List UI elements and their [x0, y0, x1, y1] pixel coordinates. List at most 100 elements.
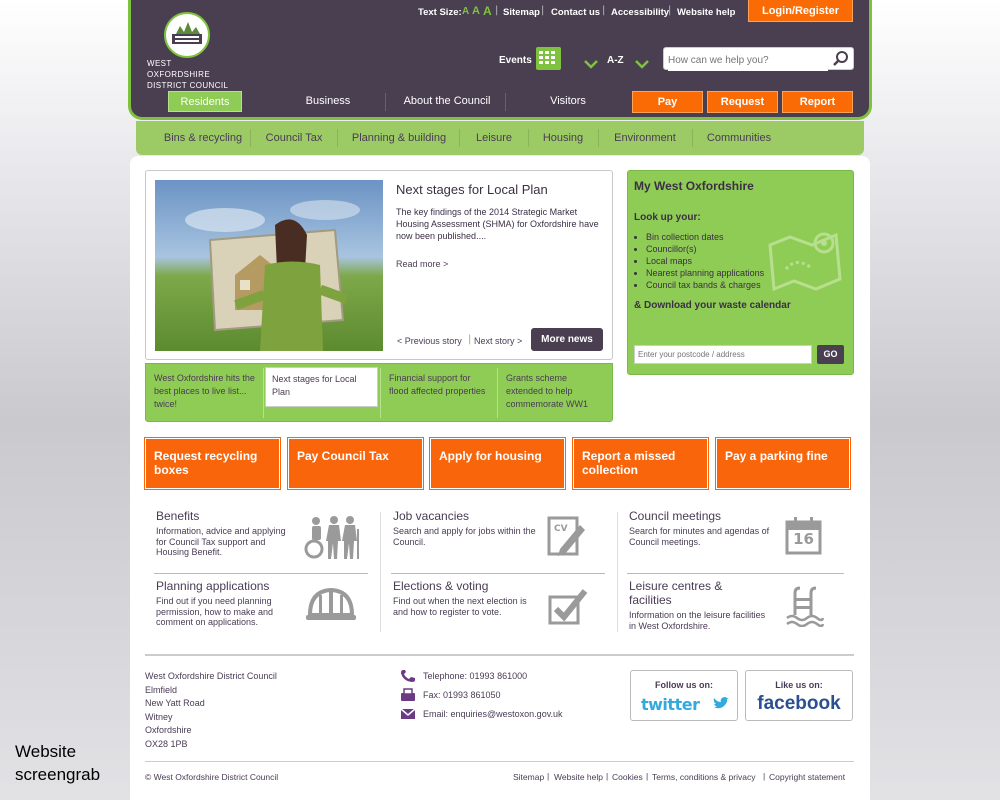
subnav-environment[interactable]: Environment — [602, 121, 688, 155]
next-story-link[interactable]: Next story > — [474, 336, 522, 346]
story-tab[interactable]: Grants scheme extended to help commemora… — [498, 364, 612, 421]
go-button[interactable]: GO — [817, 345, 844, 364]
subnav-communities[interactable]: Communities — [696, 121, 782, 155]
sitemap-link[interactable]: Sitemap — [503, 7, 540, 18]
pay-button[interactable]: Pay — [632, 91, 703, 113]
site-header: WEST OXFORDSHIRE DISTRICT COUNCIL Text S… — [128, 0, 872, 120]
calendar-grid-icon[interactable] — [536, 47, 561, 70]
nav-business[interactable]: Business — [268, 91, 388, 111]
service-leisure-centres[interactable]: Leisure centres & facilities Information… — [629, 579, 845, 634]
address-line: Oxfordshire — [145, 725, 192, 735]
service-benefits[interactable]: Benefits Information, advice and applyin… — [156, 509, 378, 569]
search-input[interactable] — [668, 50, 828, 71]
more-news-button[interactable]: More news — [531, 328, 603, 351]
contact-us-link[interactable]: Contact us — [551, 7, 600, 18]
subnav-divider — [528, 129, 529, 147]
service-elections-voting[interactable]: Elections & voting Find out when the nex… — [393, 579, 607, 634]
subnav-planning-building[interactable]: Planning & building — [341, 121, 457, 155]
download-waste-calendar-link[interactable]: & Download your waste calendar — [634, 300, 791, 311]
story-tab[interactable]: West Oxfordshire hits the best places to… — [146, 364, 263, 421]
council-logo-icon[interactable] — [164, 12, 210, 58]
story-image[interactable] — [155, 180, 383, 351]
subnav-leisure[interactable]: Leisure — [463, 121, 525, 155]
footer-website-help-link[interactable]: Website help — [554, 772, 603, 782]
lookup-list: Bin collection dates Councillor(s) Local… — [646, 231, 764, 291]
footer-sitemap-link[interactable]: Sitemap — [513, 772, 544, 782]
service-description: Search for minutes and agendas of Counci… — [629, 526, 770, 547]
text-size-small[interactable]: A — [462, 6, 469, 17]
row-divider — [154, 573, 368, 574]
lookup-item[interactable]: Nearest planning applications — [646, 267, 764, 279]
report-button[interactable]: Report — [782, 91, 853, 113]
address-line: New Yatt Road — [145, 698, 205, 708]
look-up-label: Look up your: — [634, 212, 701, 223]
swimming-pool-icon — [786, 586, 824, 627]
footer-cookies-link[interactable]: Cookies — [612, 772, 643, 782]
map-pin-icon — [768, 232, 842, 292]
separator: | — [602, 5, 606, 16]
search-icon[interactable] — [832, 50, 849, 71]
read-more-link[interactable]: Read more > — [396, 259, 448, 269]
chevron-down-icon[interactable] — [635, 54, 649, 73]
row-divider — [627, 573, 844, 574]
text-size-medium[interactable]: A — [472, 5, 480, 17]
lookup-item[interactable]: Bin collection dates — [646, 231, 764, 243]
search-box — [663, 47, 854, 71]
events-link[interactable]: Events — [499, 55, 532, 66]
service-council-meetings[interactable]: Council meetings Search for minutes and … — [629, 509, 845, 569]
previous-story-link[interactable]: < Previous story — [397, 336, 462, 346]
footer-divider — [145, 654, 854, 656]
subnav-housing[interactable]: Housing — [532, 121, 594, 155]
footer-terms-link[interactable]: Terms, conditions & privacy — [652, 772, 755, 782]
telephone-number[interactable]: Telephone: 01993 861000 — [423, 670, 527, 684]
service-planning-applications[interactable]: Planning applications Find out if you ne… — [156, 579, 378, 634]
svg-text:CV: CV — [554, 524, 568, 534]
subnav-bins-recycling[interactable]: Bins & recycling — [150, 121, 256, 155]
separator: | — [541, 5, 545, 16]
facebook-button[interactable]: Like us on: facebook — [745, 670, 853, 721]
service-description: Find out if you need planning permission… — [156, 596, 274, 627]
website-help-link[interactable]: Website help — [677, 7, 735, 18]
subnav-divider — [250, 129, 251, 147]
report-missed-collection-button[interactable]: Report a missed collection — [573, 438, 708, 489]
email-icon — [400, 708, 416, 719]
column-divider — [617, 512, 618, 632]
logo-line-2: DISTRICT COUNCIL — [147, 81, 229, 90]
apply-for-housing-button[interactable]: Apply for housing — [430, 438, 565, 489]
service-job-vacancies[interactable]: Job vacancies Search and apply for jobs … — [393, 509, 607, 569]
footer-copyright-statement-link[interactable]: Copyright statement — [769, 772, 845, 782]
subnav-divider — [337, 129, 338, 147]
email-address[interactable]: Email: enquiries@westoxon.gov.uk — [423, 708, 563, 722]
subnav-council-tax[interactable]: Council Tax — [254, 121, 334, 155]
separator: | — [495, 5, 499, 16]
story-tab[interactable]: Financial support for flood affected pro… — [381, 364, 498, 421]
postcode-input[interactable] — [634, 345, 812, 364]
pay-council-tax-button[interactable]: Pay Council Tax — [288, 438, 423, 489]
service-title: Leisure centres & facilities — [629, 579, 723, 607]
text-size-large[interactable]: A — [483, 4, 492, 18]
a-z-link[interactable]: A-Z — [607, 55, 624, 66]
lookup-item[interactable]: Council tax bands & charges — [646, 279, 764, 291]
pay-parking-fine-button[interactable]: Pay a parking fine — [716, 438, 850, 489]
nav-visitors[interactable]: Visitors — [506, 91, 630, 111]
nav-about-the-council[interactable]: About the Council — [386, 91, 508, 111]
row-divider — [391, 573, 605, 574]
story-tab-active[interactable]: Next stages for Local Plan — [265, 367, 378, 407]
calendar-icon: 16 — [785, 517, 822, 555]
twitter-logo: twitter — [641, 695, 700, 714]
twitter-button[interactable]: Follow us on: twitter — [630, 670, 738, 721]
request-button[interactable]: Request — [707, 91, 778, 113]
login-register-button[interactable]: Login/Register — [748, 0, 853, 22]
lookup-item[interactable]: Local maps — [646, 255, 764, 267]
chevron-down-icon[interactable] — [584, 54, 598, 73]
story-title[interactable]: Next stages for Local Plan — [396, 182, 606, 197]
separator: | — [547, 771, 550, 781]
copyright-notice: © West Oxfordshire District Council — [145, 772, 279, 782]
people-icon — [304, 516, 359, 559]
facebook-logo: facebook — [757, 693, 841, 714]
subnav-divider — [692, 129, 693, 147]
request-recycling-boxes-button[interactable]: Request recycling boxes — [145, 438, 280, 489]
accessibility-link[interactable]: Accessibility — [611, 7, 669, 18]
lookup-item[interactable]: Councillor(s) — [646, 243, 764, 255]
nav-residents[interactable]: Residents — [168, 91, 242, 112]
